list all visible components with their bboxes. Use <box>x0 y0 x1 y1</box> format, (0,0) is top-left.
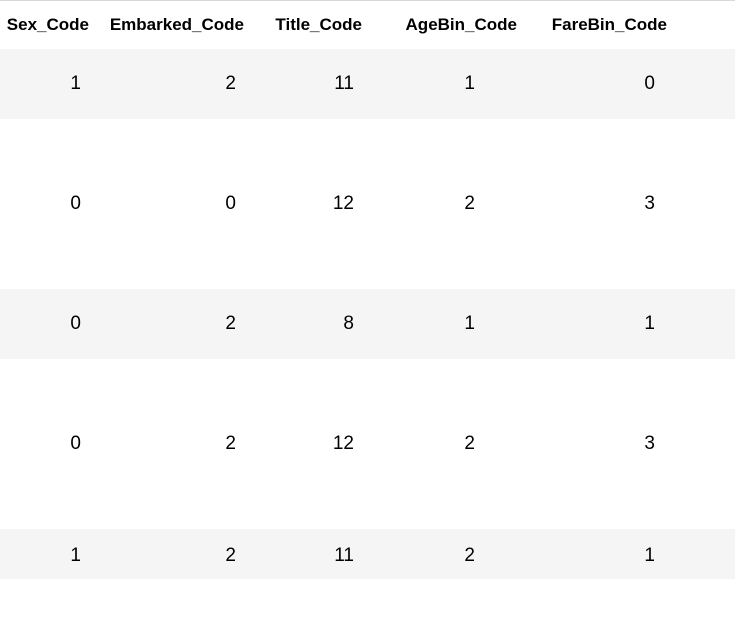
cell-farebin-code: 3 <box>525 193 675 215</box>
header-farebin-code: FareBin_Code <box>525 15 675 35</box>
table-row: 0 2 12 2 3 <box>0 409 735 479</box>
cell-agebin-code: 2 <box>370 193 525 215</box>
cell-title-code: 11 <box>252 73 370 95</box>
cell-agebin-code: 2 <box>370 545 525 567</box>
cell-title-code: 11 <box>252 545 370 567</box>
cell-sex-code: 0 <box>0 313 97 335</box>
cell-title-code: 12 <box>252 193 370 215</box>
cell-farebin-code: 1 <box>525 545 675 567</box>
table-row: 0 2 8 1 1 <box>0 289 735 359</box>
table-header-row: Sex_Code Embarked_Code Title_Code AgeBin… <box>0 0 735 49</box>
cell-farebin-code: 0 <box>525 73 675 95</box>
cell-sex-code: 0 <box>0 433 97 455</box>
cell-agebin-code: 1 <box>370 313 525 335</box>
cell-farebin-code: 3 <box>525 433 675 455</box>
data-table: Sex_Code Embarked_Code Title_Code AgeBin… <box>0 0 735 579</box>
cell-embarked-code: 2 <box>97 545 252 567</box>
table-row: 1 2 11 1 0 <box>0 49 735 119</box>
cell-embarked-code: 2 <box>97 433 252 455</box>
cell-sex-code: 0 <box>0 193 97 215</box>
header-sex-code: Sex_Code <box>0 15 97 35</box>
cell-farebin-code: 1 <box>525 313 675 335</box>
cell-agebin-code: 1 <box>370 73 525 95</box>
cell-embarked-code: 0 <box>97 193 252 215</box>
header-embarked-code: Embarked_Code <box>97 15 252 35</box>
cell-title-code: 12 <box>252 433 370 455</box>
cell-title-code: 8 <box>252 313 370 335</box>
cell-sex-code: 1 <box>0 73 97 95</box>
table-row: 0 0 12 2 3 <box>0 169 735 239</box>
cell-embarked-code: 2 <box>97 313 252 335</box>
header-agebin-code: AgeBin_Code <box>370 15 525 35</box>
cell-agebin-code: 2 <box>370 433 525 455</box>
header-title-code: Title_Code <box>252 15 370 35</box>
cell-sex-code: 1 <box>0 545 97 567</box>
table-row: 1 2 11 2 1 <box>0 529 735 579</box>
cell-embarked-code: 2 <box>97 73 252 95</box>
